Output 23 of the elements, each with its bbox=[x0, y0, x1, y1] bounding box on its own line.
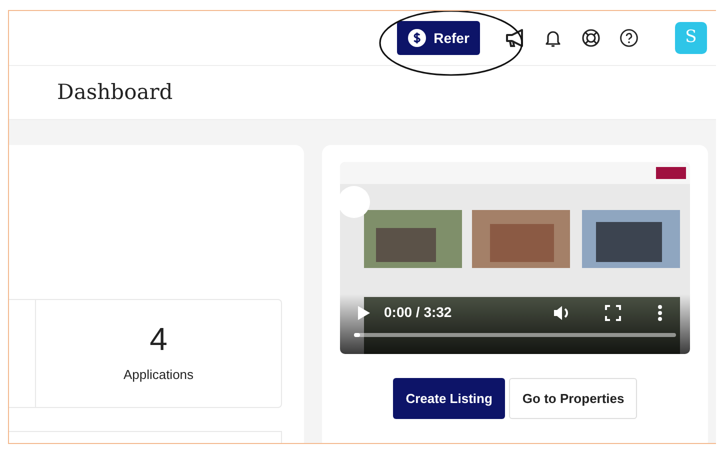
help-button[interactable] bbox=[619, 28, 639, 48]
progress-track[interactable] bbox=[354, 333, 676, 337]
fullscreen-button[interactable] bbox=[604, 302, 622, 322]
stat-value: 4 bbox=[150, 322, 168, 358]
create-listing-button[interactable]: Create Listing bbox=[392, 378, 506, 419]
support-button[interactable] bbox=[581, 28, 601, 48]
video-time: 0:00 / 3:32 bbox=[384, 303, 452, 322]
notification-button[interactable] bbox=[543, 28, 563, 48]
help-icon bbox=[619, 28, 639, 48]
notification-icon bbox=[543, 28, 563, 48]
stat-label: Applications bbox=[123, 366, 194, 384]
dollar-icon bbox=[408, 29, 426, 47]
more-icon bbox=[656, 304, 664, 322]
fullscreen-icon bbox=[604, 304, 622, 322]
refer-button[interactable]: Refer bbox=[397, 21, 480, 55]
megaphone-button[interactable] bbox=[505, 28, 525, 48]
properties-button[interactable]: Go to Properties bbox=[509, 378, 638, 419]
play-icon bbox=[357, 304, 371, 320]
megaphone-icon bbox=[505, 28, 525, 48]
more-button[interactable] bbox=[656, 302, 664, 322]
page-title: Dashboard bbox=[57, 80, 173, 106]
volume-icon bbox=[552, 304, 570, 322]
support-icon bbox=[581, 28, 601, 48]
